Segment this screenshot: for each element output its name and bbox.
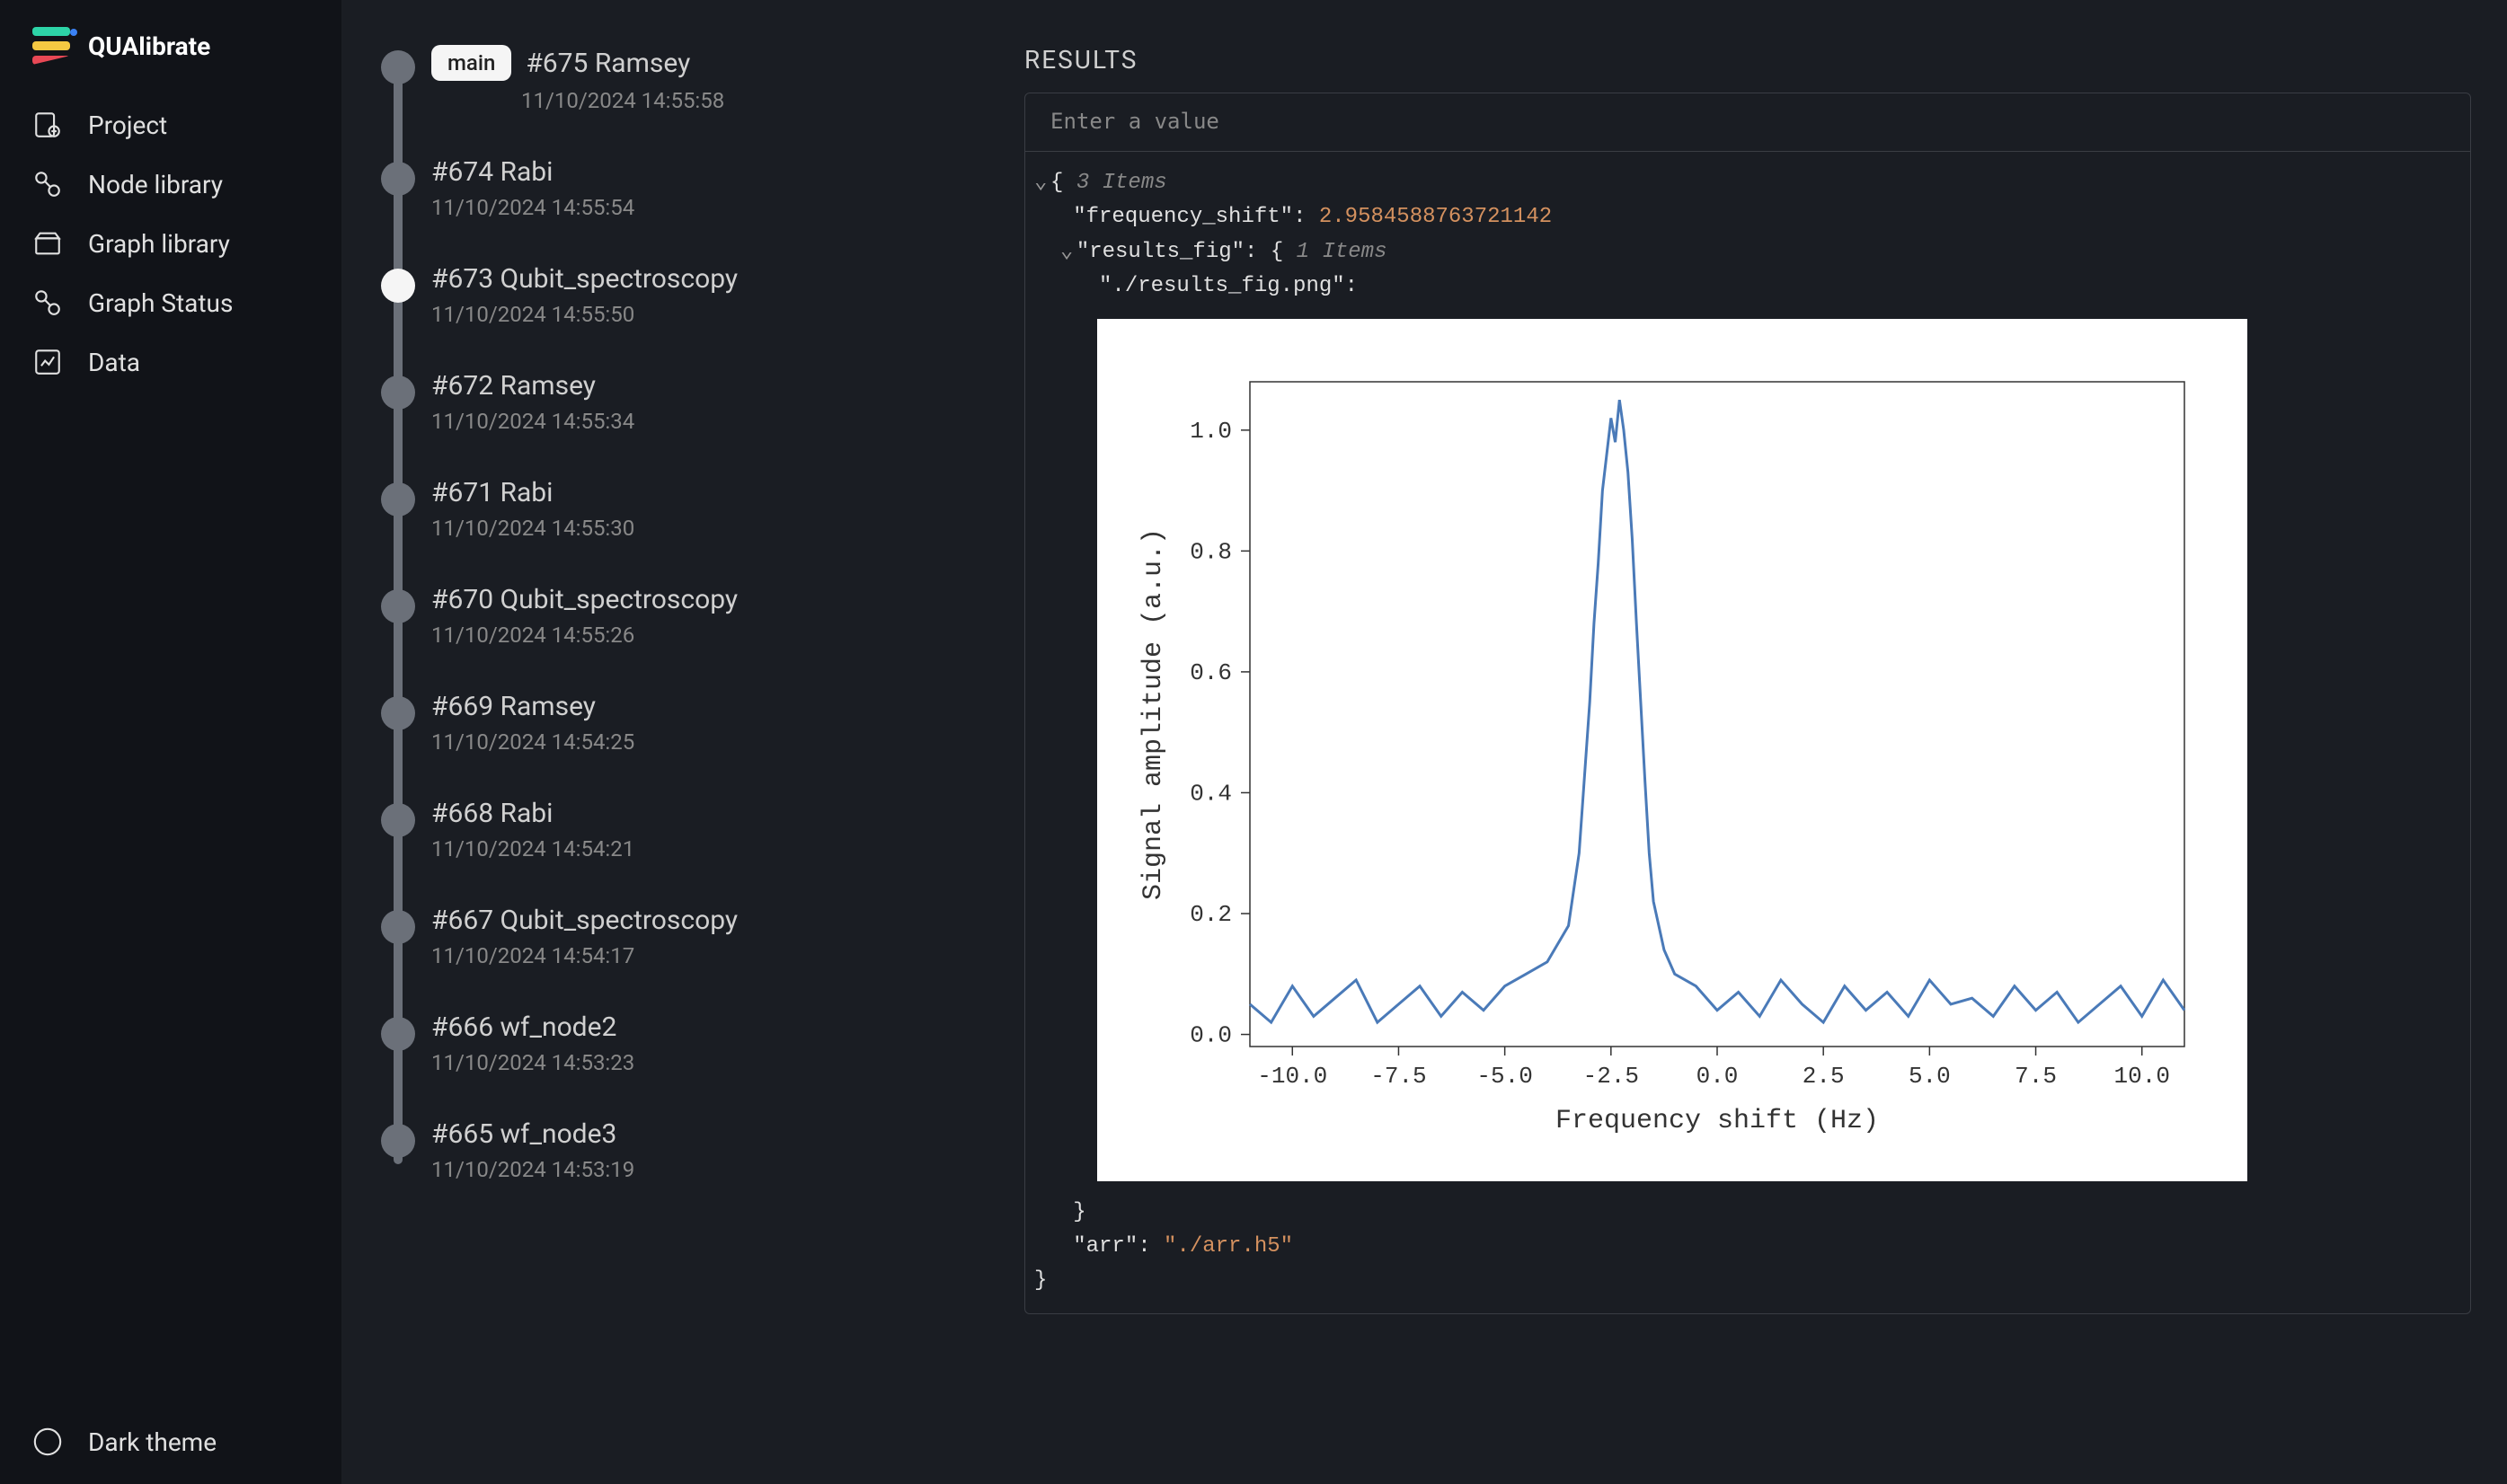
nav-item-data[interactable]: Data <box>32 347 309 377</box>
timeline-title: #674 Rabi <box>431 156 553 188</box>
sidebar: QUAlibrate Project Node library Graph libr… <box>0 0 341 1484</box>
timeline-item[interactable]: #667 Qubit_spectroscopy 11/10/2024 14:54… <box>431 905 961 968</box>
y-tick-label: 0.0 <box>1190 1021 1232 1048</box>
app-logo: QUAlibrate <box>0 27 341 110</box>
timeline-date: 11/10/2024 14:53:19 <box>431 1157 961 1182</box>
results-panel: RESULTS ⌄{ 3 Items "frequency_shift": 2.… <box>988 0 2507 1484</box>
logo-mark-icon <box>32 27 77 65</box>
timeline-item[interactable]: #669 Ramsey 11/10/2024 14:54:25 <box>431 691 961 755</box>
timeline-date: 11/10/2024 14:55:34 <box>431 409 961 434</box>
nav-label: Graph Status <box>88 288 233 318</box>
timeline-dot <box>381 589 415 623</box>
timeline-dot <box>381 162 415 196</box>
nav-label: Graph library <box>88 229 230 259</box>
timeline-date: 11/10/2024 14:55:54 <box>431 195 961 220</box>
dark-theme-toggle[interactable]: Dark theme <box>0 1427 341 1457</box>
timeline-dot <box>381 910 415 944</box>
timeline-title: #671 Rabi <box>431 477 553 508</box>
nav-label: Data <box>88 348 140 377</box>
x-tick-label: 7.5 <box>2015 1063 2057 1090</box>
timeline-dot <box>381 696 415 730</box>
timeline-item[interactable]: #671 Rabi 11/10/2024 14:55:30 <box>431 477 961 541</box>
x-tick-label: -5.0 <box>1476 1063 1532 1090</box>
results-title: RESULTS <box>1024 45 2471 75</box>
graph-library-icon <box>32 228 63 259</box>
y-tick-label: 0.6 <box>1190 658 1232 685</box>
x-axis-label: Frequency shift (Hz) <box>1555 1106 1879 1136</box>
x-tick-label: -7.5 <box>1370 1063 1426 1090</box>
timeline-date: 11/10/2024 14:54:17 <box>431 943 961 968</box>
y-tick-label: 0.2 <box>1190 901 1232 928</box>
timeline-item[interactable]: #665 wf_node3 11/10/2024 14:53:19 <box>431 1118 961 1182</box>
moon-icon <box>32 1427 63 1457</box>
timeline-column: main #675 Ramsey 11/10/2024 14:55:58 #67… <box>341 0 988 1484</box>
project-icon <box>32 110 63 140</box>
y-tick-label: 0.8 <box>1190 538 1232 565</box>
timeline: main #675 Ramsey 11/10/2024 14:55:58 #67… <box>368 45 961 1182</box>
main-badge: main <box>431 45 511 81</box>
caret-down-icon[interactable]: ⌄ <box>1034 166 1050 200</box>
json-viewer: ⌄{ 3 Items "frequency_shift": 2.95845887… <box>1025 152 2470 1313</box>
results-search-input[interactable] <box>1025 93 2470 152</box>
timeline-title: #675 Ramsey <box>526 48 690 79</box>
timeline-dot <box>381 803 415 837</box>
timeline-item[interactable]: #673 Qubit_spectroscopy 11/10/2024 14:55… <box>431 263 961 327</box>
app-name: QUAlibrate <box>88 31 210 61</box>
graph-status-icon <box>32 287 63 318</box>
timeline-item[interactable]: #672 Ramsey 11/10/2024 14:55:34 <box>431 370 961 434</box>
timeline-item[interactable]: main #675 Ramsey 11/10/2024 14:55:58 <box>431 45 961 113</box>
timeline-date: 11/10/2024 14:53:23 <box>431 1050 961 1075</box>
x-tick-label: 2.5 <box>1803 1063 1845 1090</box>
x-tick-label: 5.0 <box>1909 1063 1951 1090</box>
caret-down-icon[interactable]: ⌄ <box>1060 235 1076 269</box>
chart-line <box>1250 400 2184 1022</box>
nav-label: Project <box>88 110 167 140</box>
nav-list: Project Node library Graph library Graph St… <box>0 110 341 1427</box>
timeline-title: #669 Ramsey <box>431 691 596 722</box>
timeline-dot <box>381 1017 415 1051</box>
timeline-date: 11/10/2024 14:55:30 <box>431 516 961 541</box>
timeline-title: #670 Qubit_spectroscopy <box>431 584 738 615</box>
timeline-title: #666 wf_node2 <box>431 1011 616 1043</box>
timeline-date: 11/10/2024 14:55:58 <box>521 88 961 113</box>
timeline-item[interactable]: #670 Qubit_spectroscopy 11/10/2024 14:55… <box>431 584 961 648</box>
nav-label: Node library <box>88 170 223 199</box>
x-tick-label: 0.0 <box>1696 1063 1739 1090</box>
y-tick-label: 1.0 <box>1190 417 1232 444</box>
timeline-title: #667 Qubit_spectroscopy <box>431 905 738 936</box>
y-tick-label: 0.4 <box>1190 780 1232 807</box>
timeline-dot <box>381 482 415 517</box>
timeline-item[interactable]: #674 Rabi 11/10/2024 14:55:54 <box>431 156 961 220</box>
nav-item-node-library[interactable]: Node library <box>32 169 309 199</box>
timeline-dot <box>381 1124 415 1158</box>
timeline-date: 11/10/2024 14:55:50 <box>431 302 961 327</box>
theme-label: Dark theme <box>88 1427 217 1457</box>
y-axis-label: Signal amplitude (a.u.) <box>1138 528 1169 900</box>
node-library-icon <box>32 169 63 199</box>
timeline-title: #665 wf_node3 <box>431 1118 616 1150</box>
timeline-title: #672 Ramsey <box>431 370 596 402</box>
x-tick-label: -2.5 <box>1583 1063 1639 1090</box>
timeline-dot <box>381 375 415 410</box>
timeline-date: 11/10/2024 14:55:26 <box>431 623 961 648</box>
timeline-dot <box>381 269 415 303</box>
results-box: ⌄{ 3 Items "frequency_shift": 2.95845887… <box>1024 93 2471 1314</box>
timeline-date: 11/10/2024 14:54:25 <box>431 729 961 755</box>
x-tick-label: -10.0 <box>1257 1063 1327 1090</box>
nav-item-graph-status[interactable]: Graph Status <box>32 287 309 318</box>
timeline-date: 11/10/2024 14:54:21 <box>431 836 961 861</box>
timeline-item[interactable]: #666 wf_node2 11/10/2024 14:53:23 <box>431 1011 961 1075</box>
timeline-title: #668 Rabi <box>431 798 553 829</box>
x-tick-label: 10.0 <box>2114 1063 2170 1090</box>
timeline-title: #673 Qubit_spectroscopy <box>431 263 738 295</box>
results-chart: -10.0 -7.5 -5.0 -2.5 0.0 2.5 5.0 7.5 10.0 0.0 0.2 0… <box>1097 319 2247 1181</box>
data-icon <box>32 347 63 377</box>
timeline-dot <box>381 50 415 84</box>
timeline-item[interactable]: #668 Rabi 11/10/2024 14:54:21 <box>431 798 961 861</box>
nav-item-graph-library[interactable]: Graph library <box>32 228 309 259</box>
nav-item-project[interactable]: Project <box>32 110 309 140</box>
